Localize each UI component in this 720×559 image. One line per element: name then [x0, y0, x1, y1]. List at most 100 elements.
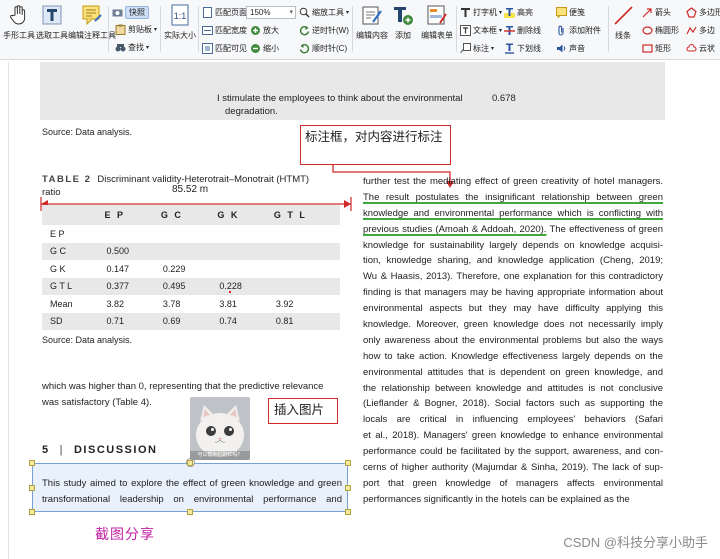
- insert-image-callout[interactable]: 插入图片: [268, 398, 338, 424]
- add-button[interactable]: 添加: [392, 4, 414, 41]
- paragraph-line: knowledge for sustainability largely dep…: [363, 239, 663, 251]
- clipboard-button[interactable]: 剪贴板 ▾: [115, 24, 157, 35]
- table-cell: G K: [50, 263, 66, 274]
- table-cell: [98, 225, 154, 243]
- table-header-cell: E P: [104, 210, 125, 220]
- snapshot-button[interactable]: 快照: [112, 6, 149, 19]
- paragraph-line: performances significantly in the hotels…: [363, 493, 630, 505]
- paragraph-line: tion, knowledge sharing, and knowledge a…: [363, 255, 663, 267]
- table-header-cell: [42, 205, 98, 225]
- chevron-down-icon: ▾: [289, 9, 293, 16]
- hand-tool-button[interactable]: 手形工具: [3, 4, 35, 41]
- fit-visible-button[interactable]: 匹配可见: [202, 43, 247, 54]
- polygon-tool-button[interactable]: 多边形: [686, 7, 720, 18]
- polyline-tool-button[interactable]: 多边: [686, 25, 715, 36]
- resize-handle[interactable]: [345, 485, 351, 491]
- edit-content-icon: [361, 4, 383, 26]
- cloud-tool-button[interactable]: 云状: [686, 43, 715, 54]
- table-cell: 0.228: [219, 281, 242, 292]
- previous-table-row-band: [40, 62, 665, 120]
- strikeout-button[interactable]: 删除线: [504, 25, 541, 36]
- paperclip-icon: [556, 25, 567, 36]
- actual-size-button[interactable]: 1:1 实际大小: [164, 4, 196, 41]
- sound-button[interactable]: 声音: [556, 43, 585, 54]
- callout-button[interactable]: 标注 ▾: [460, 43, 494, 54]
- zoom-out-button[interactable]: 缩小: [250, 43, 279, 54]
- edit-form-button[interactable]: 编辑表单: [421, 4, 453, 41]
- highlighted-span: previous studies (Amoah & Addoah, 2020).: [363, 223, 547, 235]
- fit-page-button[interactable]: 匹配页面: [202, 7, 247, 18]
- note-button[interactable]: 便笺: [556, 7, 585, 19]
- rectangle-tool-button[interactable]: 矩形: [642, 43, 671, 54]
- ellipse-tool-button[interactable]: 椭圆形: [642, 25, 679, 36]
- section-divider: |: [59, 444, 64, 456]
- callout-box[interactable]: 标注框，对内容进行标注: [300, 125, 451, 165]
- resize-handle[interactable]: [345, 509, 351, 515]
- textbox-button[interactable]: 文本框 ▾: [460, 25, 502, 36]
- chevron-down-icon: ▾: [499, 28, 503, 34]
- attach-file-button[interactable]: 添加附件: [556, 25, 601, 36]
- highlight-button[interactable]: 高亮: [504, 7, 533, 18]
- inserted-cat-image[interactable]: 可以帮你们的忙吗？: [190, 397, 250, 460]
- selected-text-line: transformational leadership on environme…: [42, 494, 342, 505]
- line-tool-button[interactable]: 线条: [612, 4, 634, 41]
- table-cell: 0.81: [275, 316, 294, 327]
- table-cell: E P: [50, 228, 65, 239]
- edit-content-button[interactable]: 编辑内容: [356, 4, 388, 41]
- table-source-note: Source: Data analysis.: [42, 335, 133, 345]
- table-row: E P: [42, 225, 340, 243]
- table-row: G T L 0.377 0.495 0.228: [42, 277, 340, 295]
- paragraph-line: performance could be facilitated by the …: [363, 446, 663, 458]
- chevron-down-icon: ▾: [346, 10, 350, 16]
- paragraph-line: further test the mediating effect of gre…: [363, 176, 663, 187]
- selected-text: This study aimed to explore the effect o…: [42, 476, 342, 508]
- resize-handle[interactable]: [29, 460, 35, 466]
- table-header-cell: G C: [160, 210, 183, 220]
- table-cell: 3.78: [162, 298, 181, 309]
- table-row: SD 0.71 0.69 0.74 0.81: [42, 312, 340, 330]
- chevron-down-icon: ▾: [154, 27, 158, 33]
- table-cell: G C: [50, 246, 67, 257]
- typewriter-icon: [460, 7, 471, 18]
- zoom-tools-button[interactable]: 缩放工具 ▾: [299, 7, 349, 18]
- table-header-row: E P G C G K G T L: [42, 205, 340, 225]
- camera-icon: [112, 7, 123, 18]
- resize-handle[interactable]: [29, 485, 35, 491]
- resize-handle[interactable]: [187, 509, 193, 515]
- clipboard-icon: [115, 24, 126, 35]
- select-tool-button[interactable]: 选取工具: [36, 4, 68, 41]
- paragraph-line: port that green knowledge of managers af…: [363, 477, 663, 489]
- arrow-tool-button[interactable]: 箭头: [642, 7, 671, 18]
- paragraph-line: how to take action. Knowledge effectiven…: [363, 350, 663, 362]
- underline-button[interactable]: 下划线: [504, 43, 541, 54]
- section-number: 5: [42, 444, 50, 456]
- fit-width-button[interactable]: 匹配宽度: [202, 25, 247, 36]
- image-caption: 可以帮你们的忙吗？: [197, 452, 243, 458]
- highlighted-line: knowledge and environmental performance …: [363, 207, 663, 219]
- paragraph-line: only awareness about the environmental p…: [363, 334, 663, 346]
- magnifier-icon: [299, 7, 310, 18]
- resize-handle[interactable]: [345, 460, 351, 466]
- table-cell: 3.81: [219, 298, 237, 309]
- typewriter-button[interactable]: 打字机 ▾: [460, 7, 502, 18]
- table-row: G C 0.500: [42, 242, 340, 260]
- zoom-in-button[interactable]: 放大: [250, 25, 279, 36]
- resize-handle[interactable]: [187, 460, 193, 466]
- rotate-cw-button[interactable]: 顺时针(C): [299, 43, 347, 54]
- watermark: CSDN @科技分享小助手: [563, 535, 708, 550]
- form-edit-icon: [426, 4, 448, 26]
- table-row: Mean 3.82 3.78 3.81 3.92: [42, 295, 340, 313]
- highlighted-line: The result postulates the insignificant …: [363, 191, 663, 203]
- toolbar: 手形工具 选取工具 编辑注释工具 快照 剪贴板 ▾ 查找 ▾ 1:1 实际大小: [0, 0, 720, 60]
- table-cell: Mean: [50, 298, 73, 309]
- paragraph-line: et al., 2018). Managers' green knowledge…: [363, 430, 663, 442]
- paragraph-line: finding is that managers may be having a…: [363, 287, 663, 299]
- rotate-ccw-button[interactable]: 逆时针(W): [299, 25, 349, 36]
- resize-handle[interactable]: [29, 509, 35, 515]
- previous-table-item: I stimulate the employees to think about…: [217, 93, 463, 104]
- zoom-select[interactable]: 150% ▾: [246, 6, 296, 19]
- table-cell: G T L: [50, 281, 73, 292]
- find-button[interactable]: 查找 ▾: [115, 42, 149, 53]
- previous-table-item-cont: degradation.: [225, 106, 278, 117]
- underline-icon: [504, 43, 515, 54]
